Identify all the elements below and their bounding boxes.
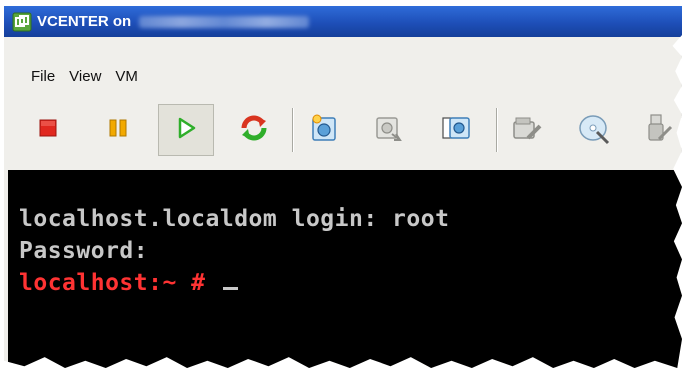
revert-snapshot-button[interactable] bbox=[364, 106, 412, 154]
usb-icon bbox=[643, 111, 673, 150]
console-password-line: Password: bbox=[19, 238, 149, 264]
play-icon bbox=[175, 116, 197, 145]
toolbar bbox=[4, 104, 682, 158]
window-title: VCENTER on bbox=[37, 13, 132, 30]
menu-file[interactable]: File bbox=[31, 68, 55, 85]
pause-icon bbox=[107, 117, 129, 144]
vm-console-window: VCENTER on File View VM localhost.locald… bbox=[4, 6, 682, 368]
menu-view[interactable]: View bbox=[69, 68, 101, 85]
shell-prompt: localhost:~ # bbox=[19, 270, 220, 296]
toolbar-separator bbox=[292, 108, 293, 152]
toolbar-separator bbox=[496, 108, 497, 152]
redacted-host-name bbox=[139, 15, 310, 28]
cd-dvd-icon bbox=[577, 111, 611, 150]
snapshot-manager-icon bbox=[440, 112, 472, 149]
usb-button[interactable] bbox=[634, 106, 682, 154]
console-prompt-line: localhost:~ # bbox=[19, 270, 238, 296]
cd-dvd-button[interactable] bbox=[570, 106, 618, 154]
menu-vm[interactable]: VM bbox=[115, 68, 138, 85]
edit-settings-button[interactable] bbox=[502, 106, 550, 154]
title-bar[interactable]: VCENTER on bbox=[4, 6, 682, 37]
edit-settings-icon bbox=[510, 112, 542, 149]
power-off-button[interactable] bbox=[24, 106, 72, 154]
revert-snapshot-icon bbox=[372, 112, 404, 149]
stop-icon bbox=[37, 117, 59, 144]
menu-bar: File View VM bbox=[4, 64, 682, 88]
snapshot-manager-button[interactable] bbox=[432, 106, 480, 154]
snapshot-icon bbox=[308, 112, 340, 149]
suspend-button[interactable] bbox=[94, 106, 142, 154]
reset-button[interactable] bbox=[230, 106, 278, 154]
vm-console-screen[interactable]: localhost.localdom login: root Password:… bbox=[8, 170, 682, 368]
take-snapshot-button[interactable] bbox=[300, 106, 348, 154]
power-on-button[interactable] bbox=[158, 104, 214, 156]
refresh-icon bbox=[239, 113, 269, 148]
console-login-line: localhost.localdom login: root bbox=[19, 206, 450, 232]
vsphere-logo-icon bbox=[12, 12, 32, 32]
text-cursor bbox=[222, 287, 238, 290]
